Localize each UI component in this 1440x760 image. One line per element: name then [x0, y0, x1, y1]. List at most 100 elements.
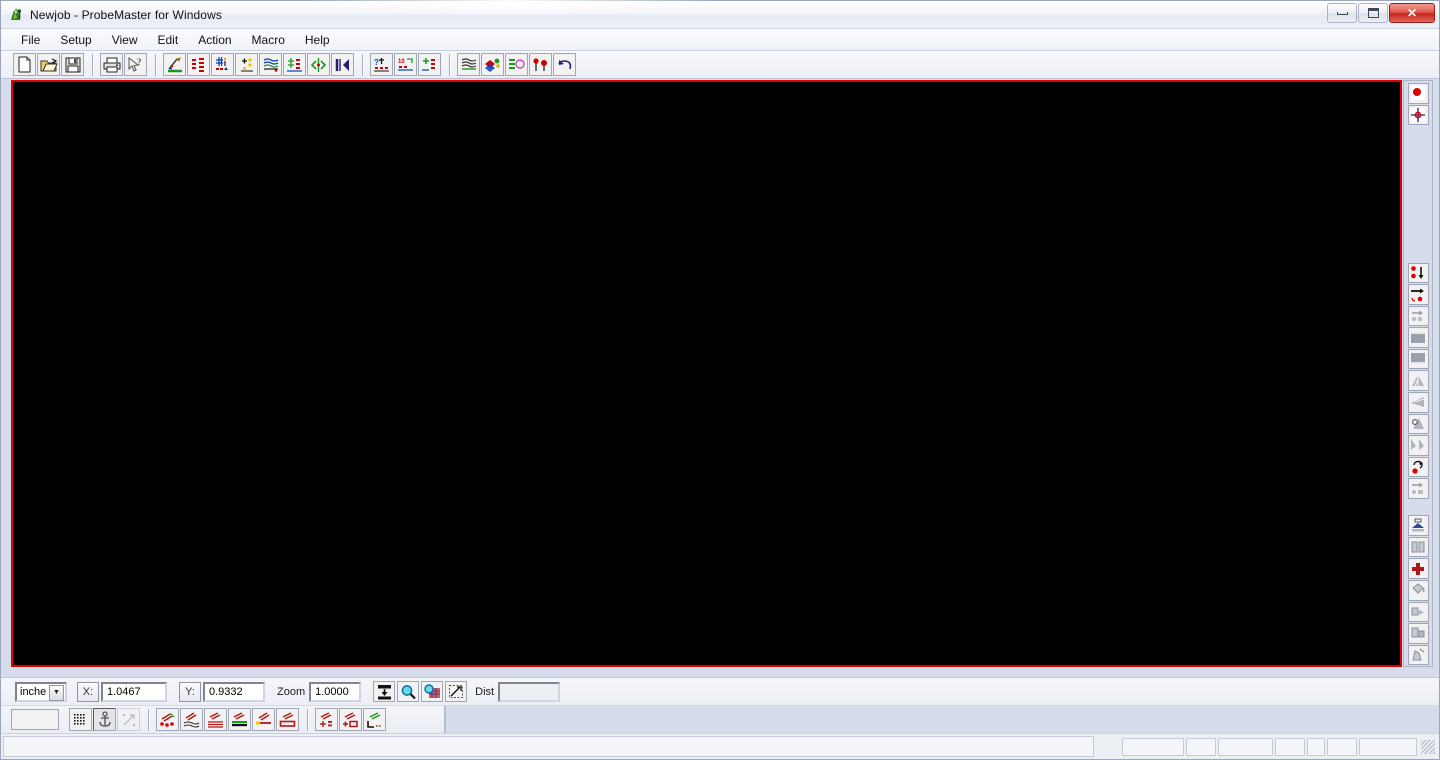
close-button[interactable]: ✕	[1389, 3, 1435, 23]
menu-item-setup[interactable]: Setup	[50, 31, 101, 49]
title-bar: Newjob - ProbeMaster for Windows ✕	[1, 0, 1439, 29]
fill-rect-alt-icon[interactable]	[1407, 348, 1429, 370]
printer-icon[interactable]	[100, 53, 123, 76]
probe-flag-icon[interactable]	[252, 708, 275, 731]
probe-band-icon[interactable]	[228, 708, 251, 731]
units-select-value: inche	[20, 685, 47, 698]
probe-points-icon[interactable]	[156, 708, 179, 731]
maximize-button[interactable]	[1358, 3, 1388, 23]
query-point-icon[interactable]: ?	[370, 53, 393, 76]
wire-view-icon[interactable]	[457, 53, 480, 76]
zoom-label: Zoom	[277, 685, 306, 698]
zoom-fit-icon[interactable]	[373, 681, 396, 702]
grid-zoom-icon[interactable]	[421, 681, 444, 702]
anchor-icon[interactable]	[93, 708, 116, 731]
undo-icon[interactable]	[553, 53, 576, 76]
point-snap-icon[interactable]	[117, 708, 140, 731]
probe-edit-icon[interactable]	[163, 53, 186, 76]
probe-lines-icon[interactable]	[204, 708, 227, 731]
add-point-icon[interactable]	[235, 53, 258, 76]
new-document-icon[interactable]	[13, 53, 36, 76]
menu-item-view[interactable]: View	[102, 31, 148, 49]
menu-label-action: Action	[198, 32, 232, 47]
y-coordinate-field[interactable]: 0.9332	[203, 681, 265, 702]
window-title: Newjob - ProbeMaster for Windows	[30, 7, 222, 22]
probe-connect-icon[interactable]	[315, 708, 338, 731]
probe-rect-icon[interactable]	[276, 708, 299, 731]
right-tool-rail	[1403, 80, 1433, 667]
flip-icon[interactable]	[331, 53, 354, 76]
minimize-button[interactable]	[1327, 3, 1357, 23]
status-message	[3, 736, 1094, 757]
help-pointer-icon[interactable]: ?	[124, 53, 147, 76]
arc-segment-icon[interactable]	[1407, 413, 1429, 435]
toolbar-separator-3	[362, 53, 363, 76]
menu-item-help[interactable]: Help	[295, 31, 340, 49]
main-toolbar: ? ? 10	[1, 51, 1439, 79]
wedge-icon[interactable]	[1407, 391, 1429, 413]
svg-text:?: ?	[374, 58, 379, 67]
triangle-slope-icon[interactable]	[1407, 370, 1429, 391]
chevron-down-icon[interactable]: ▼	[49, 684, 64, 701]
diagonal-pair-icon[interactable]	[1407, 435, 1429, 456]
grid-dots-icon[interactable]	[69, 708, 92, 731]
svg-text:?: ?	[137, 57, 142, 67]
status-panel-7	[1359, 737, 1417, 756]
net-arrange-icon[interactable]	[211, 53, 234, 76]
probe-pin-icon[interactable]	[529, 53, 552, 76]
renumber-icon[interactable]: 10	[394, 53, 417, 76]
toolbar-separator-4	[449, 53, 450, 76]
open-folder-icon[interactable]	[37, 53, 60, 76]
menu-item-action[interactable]: Action	[188, 31, 241, 49]
menu-label-help: Help	[304, 32, 330, 47]
status-display-field[interactable]	[11, 709, 59, 730]
save-disk-icon[interactable]	[61, 53, 84, 76]
red-dot-marker-icon[interactable]	[1407, 83, 1429, 104]
measure-icon[interactable]	[445, 681, 468, 702]
menu-item-file[interactable]: File	[11, 31, 50, 49]
menu-item-macro[interactable]: Macro	[242, 31, 295, 49]
zoom-field[interactable]: 1.0000	[309, 681, 362, 702]
duplicate-icon[interactable]	[1407, 536, 1429, 558]
shift-points-icon[interactable]	[1407, 305, 1429, 327]
points-down-arrow-icon[interactable]	[1407, 262, 1429, 284]
probe-add-box-icon[interactable]	[339, 708, 362, 731]
dist-field[interactable]	[498, 681, 561, 702]
wire-route-icon[interactable]	[259, 53, 282, 76]
main-area	[1, 79, 1439, 677]
menu-item-edit[interactable]: Edit	[148, 31, 189, 49]
toolbar2-separator-2	[307, 708, 308, 731]
x-coordinate-field[interactable]: 1.0467	[101, 681, 167, 702]
add-red-cross-icon[interactable]	[1407, 558, 1429, 579]
drawing-canvas[interactable]	[13, 82, 1400, 665]
pad-list-icon[interactable]	[187, 53, 210, 76]
insert-net-icon[interactable]	[418, 53, 441, 76]
net-split-icon[interactable]	[283, 53, 306, 76]
mirror-icon[interactable]	[307, 53, 330, 76]
copy-block-icon[interactable]	[1407, 623, 1429, 644]
fill-rect-icon[interactable]	[1407, 327, 1429, 348]
probe-multi-icon[interactable]	[180, 708, 203, 731]
y-label-button[interactable]: Y:	[179, 681, 201, 702]
probe-corner-icon[interactable]	[363, 708, 386, 731]
layers-icon[interactable]	[481, 53, 504, 76]
paint-pour-icon[interactable]	[1407, 601, 1429, 623]
paint-bucket-icon[interactable]	[1407, 579, 1429, 601]
list-circle-icon[interactable]	[505, 53, 528, 76]
titlebar-glare	[301, 0, 721, 17]
menu-bar: File Setup View Edit Action Macro Help	[1, 29, 1439, 51]
probemaster-logo-icon	[7, 6, 25, 24]
units-select[interactable]: inche ▼	[15, 681, 67, 702]
step-repeat-icon[interactable]	[1407, 478, 1429, 499]
rotate-points-icon[interactable]	[1407, 284, 1429, 305]
menu-label-file: File	[21, 32, 41, 47]
crosshair-target-icon[interactable]	[1407, 104, 1429, 126]
stack-top-icon[interactable]	[1407, 515, 1429, 536]
canvas-frame	[11, 80, 1402, 667]
svg-text:10: 10	[398, 59, 405, 65]
transform-block-icon[interactable]	[1407, 644, 1429, 666]
rotate-marker-icon[interactable]	[1407, 456, 1429, 478]
resize-grip-icon[interactable]	[1421, 739, 1435, 754]
x-label-button[interactable]: X:	[77, 681, 99, 702]
magnifier-icon[interactable]	[397, 681, 420, 702]
